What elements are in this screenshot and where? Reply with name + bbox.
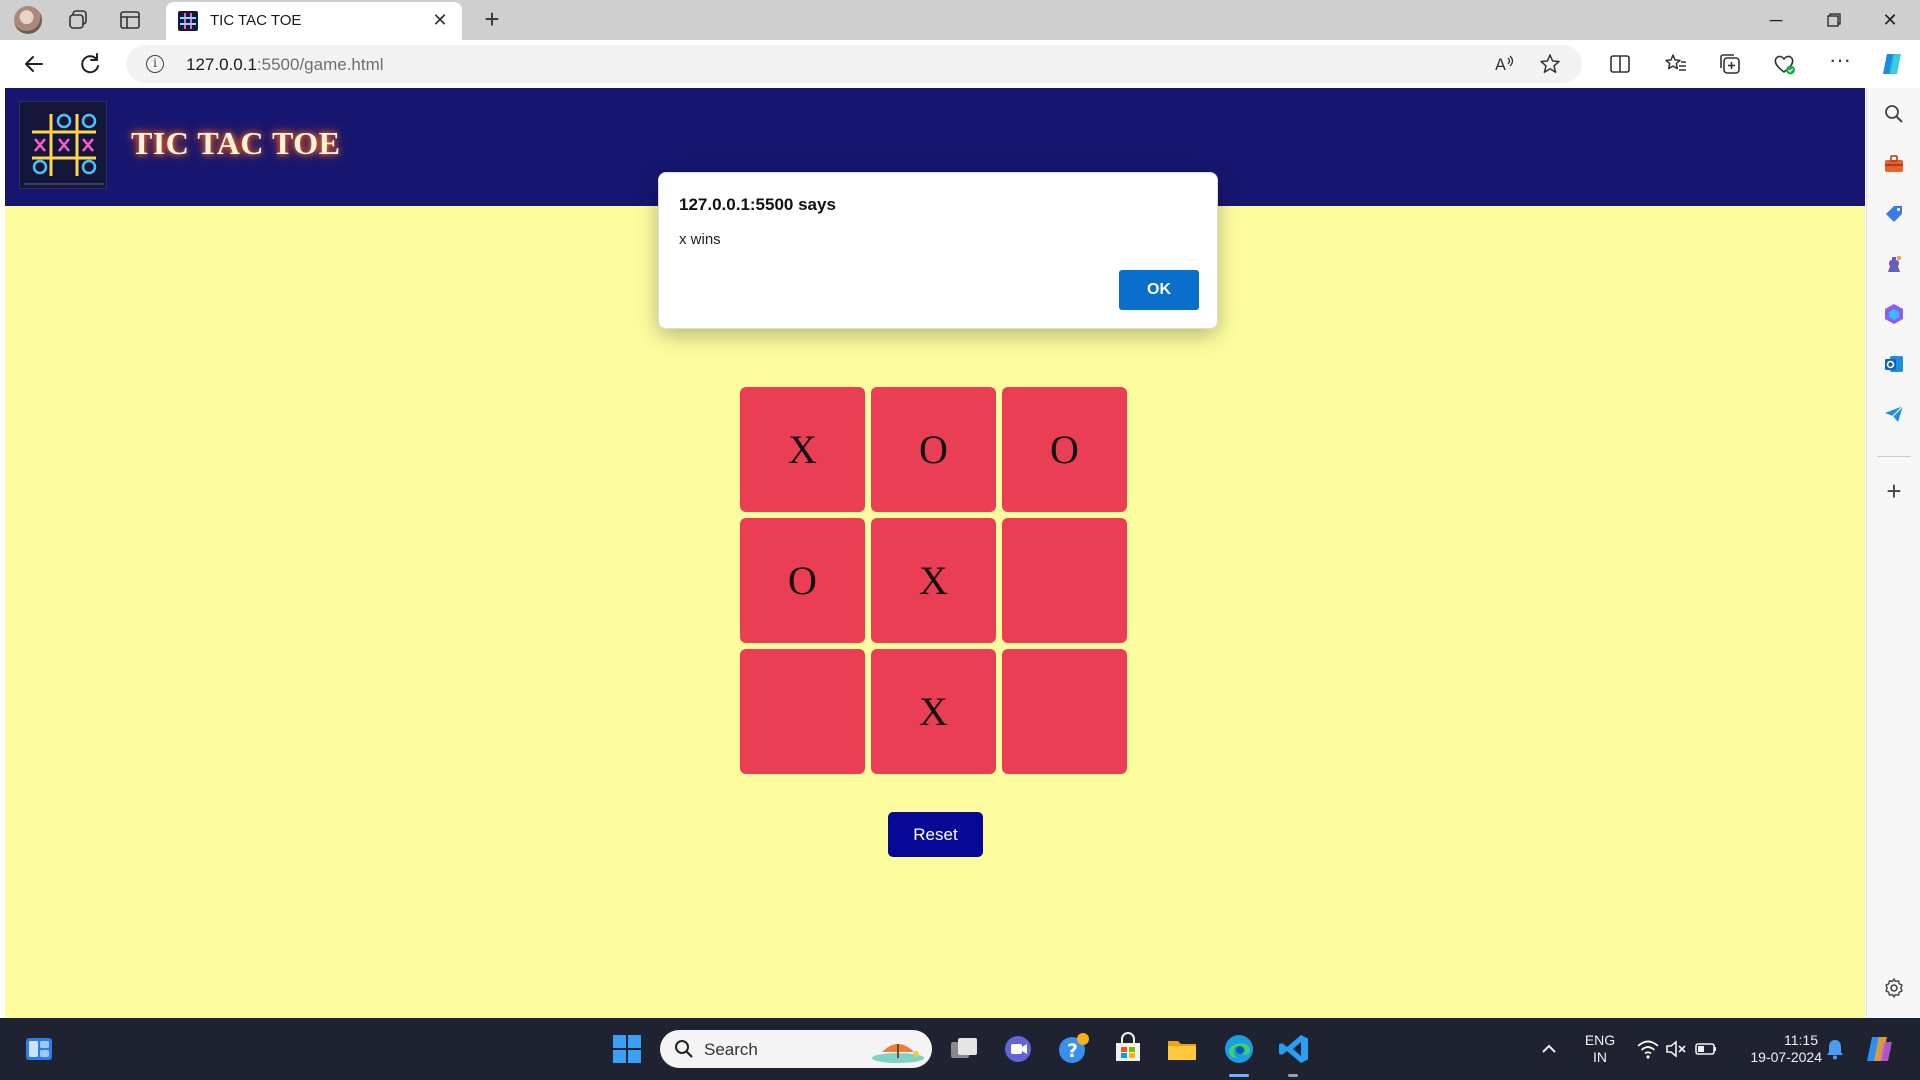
- taskbar-search-label: Search: [704, 1040, 758, 1059]
- battery-icon[interactable]: [1694, 1038, 1718, 1060]
- tic-tac-toe-logo: [19, 101, 107, 189]
- sidebar-games-icon[interactable]: [1882, 252, 1906, 276]
- sidebar-drop-icon[interactable]: [1882, 402, 1906, 426]
- board-cell-6[interactable]: [1002, 518, 1127, 643]
- sidebar-tools-icon[interactable]: [1882, 152, 1906, 176]
- site-info-icon[interactable]: i: [146, 55, 164, 73]
- board-cell-9[interactable]: [1002, 649, 1127, 774]
- url-bar[interactable]: i 127.0.0.1:5500/game.html A: [126, 45, 1582, 83]
- svg-text:A: A: [1495, 55, 1506, 74]
- reset-button[interactable]: Reset: [888, 812, 983, 857]
- alert-dialog: 127.0.0.1:5500 says x wins OK: [658, 172, 1218, 329]
- alert-message: x wins: [679, 231, 721, 248]
- sidebar-search-icon[interactable]: [1882, 102, 1906, 126]
- sidebar-divider: [1877, 456, 1911, 457]
- svg-text:?: ?: [1067, 1040, 1078, 1062]
- task-view-icon[interactable]: [947, 1032, 981, 1066]
- widgets-icon[interactable]: [22, 1032, 56, 1066]
- board-cell-3[interactable]: O: [1002, 387, 1127, 512]
- vscode-running-indicator: [1288, 1074, 1298, 1077]
- wifi-icon[interactable]: [1636, 1038, 1660, 1060]
- board-cell-4[interactable]: O: [740, 518, 865, 643]
- teams-chat-icon[interactable]: [1001, 1032, 1035, 1066]
- search-highlight-icon: [872, 1044, 924, 1063]
- read-aloud-icon[interactable]: A: [1492, 52, 1516, 76]
- board-cell-5[interactable]: X: [871, 518, 996, 643]
- sidebar-outlook-icon[interactable]: [1882, 352, 1906, 376]
- more-options-icon[interactable]: ···: [1826, 49, 1854, 78]
- notification-bell-icon[interactable]: [1824, 1037, 1846, 1061]
- sidebar-shopping-icon[interactable]: [1882, 202, 1906, 226]
- file-explorer-icon[interactable]: [1165, 1032, 1199, 1066]
- collections-icon[interactable]: [1716, 50, 1744, 78]
- tab-actions-icon[interactable]: [118, 8, 142, 32]
- board-cell-2[interactable]: O: [871, 387, 996, 512]
- alert-title: 127.0.0.1:5500 says: [679, 195, 836, 214]
- address-toolbar: i 127.0.0.1:5500/game.html A ···: [0, 40, 1920, 88]
- url-text[interactable]: 127.0.0.1:5500/game.html: [186, 55, 384, 75]
- restore-icon[interactable]: [1814, 6, 1854, 34]
- workspaces-icon[interactable]: [66, 8, 90, 32]
- clock[interactable]: 11:15 19-07-2024: [1732, 1032, 1822, 1066]
- tic-tac-toe-favicon-icon: [178, 11, 198, 31]
- microsoft-store-icon[interactable]: [1111, 1032, 1145, 1066]
- sidebar-add-icon[interactable]: +: [1882, 478, 1906, 504]
- edge-active-indicator: [1229, 1074, 1249, 1077]
- browser-essentials-icon[interactable]: [1770, 50, 1798, 78]
- profile-avatar[interactable]: [14, 6, 42, 34]
- copilot-icon[interactable]: [1878, 50, 1906, 78]
- volume-muted-icon[interactable]: [1664, 1038, 1688, 1060]
- windows-taskbar: Search ? ENG IN 11:15 19-07-2024: [0, 1018, 1920, 1080]
- favorites-icon[interactable]: [1662, 50, 1690, 78]
- show-hidden-icons-chevron-icon[interactable]: [1536, 1036, 1562, 1062]
- edge-browser-icon[interactable]: [1222, 1032, 1256, 1066]
- close-window-icon[interactable]: ✕: [1870, 6, 1910, 34]
- copilot-taskbar-icon[interactable]: [1862, 1032, 1896, 1066]
- edge-sidebar: +: [1866, 88, 1920, 1018]
- game-board: X O O O X X: [740, 387, 1134, 781]
- input-language-indicator[interactable]: ENG IN: [1578, 1032, 1622, 1066]
- close-tab-icon[interactable]: ✕: [428, 8, 452, 32]
- board-cell-1[interactable]: X: [740, 387, 865, 512]
- alert-ok-button[interactable]: OK: [1119, 270, 1199, 310]
- sidebar-settings-gear-icon[interactable]: [1882, 976, 1906, 1000]
- board-cell-8[interactable]: X: [871, 649, 996, 774]
- board-cell-7[interactable]: [740, 649, 865, 774]
- favorite-star-icon[interactable]: [1538, 52, 1562, 76]
- split-screen-icon[interactable]: [1606, 50, 1634, 78]
- new-tab-icon[interactable]: +: [478, 6, 506, 34]
- taskbar-search-box[interactable]: Search: [660, 1030, 932, 1068]
- browser-tab-strip: TIC TAC TOE ✕ + ─ ✕: [0, 0, 1920, 40]
- minimize-icon[interactable]: ─: [1756, 6, 1796, 34]
- taskbar-search-icon: [675, 1040, 693, 1058]
- back-arrow-icon[interactable]: [20, 50, 48, 78]
- windows-start-icon[interactable]: [610, 1032, 644, 1066]
- refresh-icon[interactable]: [76, 50, 104, 78]
- header-brand-title: TIC TAC TOE: [131, 125, 341, 161]
- vscode-icon[interactable]: [1277, 1032, 1311, 1066]
- tab-tic-tac-toe[interactable]: TIC TAC TOE ✕: [166, 2, 462, 40]
- get-help-icon[interactable]: ?: [1056, 1032, 1090, 1066]
- tab-title: TIC TAC TOE: [210, 12, 302, 29]
- sidebar-microsoft365-icon[interactable]: [1882, 302, 1906, 326]
- game-page: TIC TAC TOE TIC TAC TOE X O O O X X Rese…: [5, 88, 1865, 1018]
